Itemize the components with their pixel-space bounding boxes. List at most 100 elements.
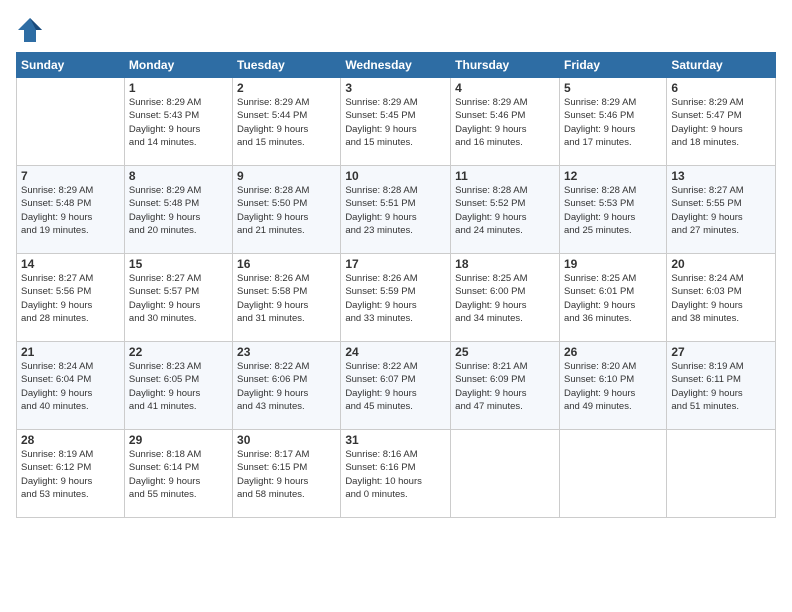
day-number: 19 [564, 257, 662, 271]
day-info: Sunrise: 8:24 AM Sunset: 6:04 PM Dayligh… [21, 360, 120, 413]
calendar-cell: 6Sunrise: 8:29 AM Sunset: 5:47 PM Daylig… [667, 78, 776, 166]
calendar-cell: 23Sunrise: 8:22 AM Sunset: 6:06 PM Dayli… [233, 342, 341, 430]
day-number: 29 [129, 433, 228, 447]
weekday-header: Monday [124, 53, 232, 78]
logo-icon [16, 16, 44, 44]
day-number: 10 [345, 169, 446, 183]
calendar-cell: 24Sunrise: 8:22 AM Sunset: 6:07 PM Dayli… [341, 342, 451, 430]
day-info: Sunrise: 8:29 AM Sunset: 5:48 PM Dayligh… [129, 184, 228, 237]
calendar-table: SundayMondayTuesdayWednesdayThursdayFrid… [16, 52, 776, 518]
day-number: 12 [564, 169, 662, 183]
day-number: 5 [564, 81, 662, 95]
day-info: Sunrise: 8:29 AM Sunset: 5:47 PM Dayligh… [671, 96, 771, 149]
calendar-week-row: 7Sunrise: 8:29 AM Sunset: 5:48 PM Daylig… [17, 166, 776, 254]
day-number: 17 [345, 257, 446, 271]
calendar-cell: 10Sunrise: 8:28 AM Sunset: 5:51 PM Dayli… [341, 166, 451, 254]
calendar-cell: 30Sunrise: 8:17 AM Sunset: 6:15 PM Dayli… [233, 430, 341, 518]
calendar-cell: 27Sunrise: 8:19 AM Sunset: 6:11 PM Dayli… [667, 342, 776, 430]
day-info: Sunrise: 8:24 AM Sunset: 6:03 PM Dayligh… [671, 272, 771, 325]
day-info: Sunrise: 8:29 AM Sunset: 5:43 PM Dayligh… [129, 96, 228, 149]
calendar-cell: 26Sunrise: 8:20 AM Sunset: 6:10 PM Dayli… [559, 342, 666, 430]
calendar-cell: 3Sunrise: 8:29 AM Sunset: 5:45 PM Daylig… [341, 78, 451, 166]
day-number: 24 [345, 345, 446, 359]
day-info: Sunrise: 8:22 AM Sunset: 6:06 PM Dayligh… [237, 360, 336, 413]
day-number: 3 [345, 81, 446, 95]
day-info: Sunrise: 8:25 AM Sunset: 6:01 PM Dayligh… [564, 272, 662, 325]
calendar-cell: 14Sunrise: 8:27 AM Sunset: 5:56 PM Dayli… [17, 254, 125, 342]
calendar-week-row: 21Sunrise: 8:24 AM Sunset: 6:04 PM Dayli… [17, 342, 776, 430]
calendar-week-row: 28Sunrise: 8:19 AM Sunset: 6:12 PM Dayli… [17, 430, 776, 518]
day-number: 26 [564, 345, 662, 359]
day-info: Sunrise: 8:28 AM Sunset: 5:52 PM Dayligh… [455, 184, 555, 237]
calendar-week-row: 1Sunrise: 8:29 AM Sunset: 5:43 PM Daylig… [17, 78, 776, 166]
weekday-header: Sunday [17, 53, 125, 78]
logo [16, 16, 46, 44]
calendar-cell: 20Sunrise: 8:24 AM Sunset: 6:03 PM Dayli… [667, 254, 776, 342]
calendar-cell [451, 430, 560, 518]
day-info: Sunrise: 8:26 AM Sunset: 5:58 PM Dayligh… [237, 272, 336, 325]
day-info: Sunrise: 8:29 AM Sunset: 5:44 PM Dayligh… [237, 96, 336, 149]
day-info: Sunrise: 8:26 AM Sunset: 5:59 PM Dayligh… [345, 272, 446, 325]
weekday-header-row: SundayMondayTuesdayWednesdayThursdayFrid… [17, 53, 776, 78]
weekday-header: Friday [559, 53, 666, 78]
day-number: 21 [21, 345, 120, 359]
calendar-cell: 17Sunrise: 8:26 AM Sunset: 5:59 PM Dayli… [341, 254, 451, 342]
day-number: 1 [129, 81, 228, 95]
calendar-cell: 19Sunrise: 8:25 AM Sunset: 6:01 PM Dayli… [559, 254, 666, 342]
day-info: Sunrise: 8:23 AM Sunset: 6:05 PM Dayligh… [129, 360, 228, 413]
calendar-cell [559, 430, 666, 518]
day-info: Sunrise: 8:17 AM Sunset: 6:15 PM Dayligh… [237, 448, 336, 501]
weekday-header: Saturday [667, 53, 776, 78]
day-info: Sunrise: 8:25 AM Sunset: 6:00 PM Dayligh… [455, 272, 555, 325]
calendar-week-row: 14Sunrise: 8:27 AM Sunset: 5:56 PM Dayli… [17, 254, 776, 342]
calendar-cell: 29Sunrise: 8:18 AM Sunset: 6:14 PM Dayli… [124, 430, 232, 518]
day-info: Sunrise: 8:28 AM Sunset: 5:53 PM Dayligh… [564, 184, 662, 237]
calendar-cell [17, 78, 125, 166]
day-info: Sunrise: 8:27 AM Sunset: 5:57 PM Dayligh… [129, 272, 228, 325]
day-number: 9 [237, 169, 336, 183]
calendar-cell: 13Sunrise: 8:27 AM Sunset: 5:55 PM Dayli… [667, 166, 776, 254]
day-number: 7 [21, 169, 120, 183]
day-number: 27 [671, 345, 771, 359]
day-number: 22 [129, 345, 228, 359]
page: SundayMondayTuesdayWednesdayThursdayFrid… [0, 0, 792, 612]
day-number: 8 [129, 169, 228, 183]
day-number: 6 [671, 81, 771, 95]
day-number: 31 [345, 433, 446, 447]
day-number: 25 [455, 345, 555, 359]
calendar-cell: 22Sunrise: 8:23 AM Sunset: 6:05 PM Dayli… [124, 342, 232, 430]
calendar-cell: 15Sunrise: 8:27 AM Sunset: 5:57 PM Dayli… [124, 254, 232, 342]
day-info: Sunrise: 8:28 AM Sunset: 5:51 PM Dayligh… [345, 184, 446, 237]
calendar-cell: 9Sunrise: 8:28 AM Sunset: 5:50 PM Daylig… [233, 166, 341, 254]
calendar-cell: 11Sunrise: 8:28 AM Sunset: 5:52 PM Dayli… [451, 166, 560, 254]
day-info: Sunrise: 8:20 AM Sunset: 6:10 PM Dayligh… [564, 360, 662, 413]
day-info: Sunrise: 8:29 AM Sunset: 5:45 PM Dayligh… [345, 96, 446, 149]
day-info: Sunrise: 8:29 AM Sunset: 5:46 PM Dayligh… [455, 96, 555, 149]
day-info: Sunrise: 8:28 AM Sunset: 5:50 PM Dayligh… [237, 184, 336, 237]
day-number: 4 [455, 81, 555, 95]
weekday-header: Thursday [451, 53, 560, 78]
day-number: 16 [237, 257, 336, 271]
weekday-header: Tuesday [233, 53, 341, 78]
calendar-cell: 8Sunrise: 8:29 AM Sunset: 5:48 PM Daylig… [124, 166, 232, 254]
calendar-cell: 31Sunrise: 8:16 AM Sunset: 6:16 PM Dayli… [341, 430, 451, 518]
day-info: Sunrise: 8:19 AM Sunset: 6:11 PM Dayligh… [671, 360, 771, 413]
calendar-cell: 16Sunrise: 8:26 AM Sunset: 5:58 PM Dayli… [233, 254, 341, 342]
calendar-cell: 7Sunrise: 8:29 AM Sunset: 5:48 PM Daylig… [17, 166, 125, 254]
day-number: 15 [129, 257, 228, 271]
calendar-cell: 2Sunrise: 8:29 AM Sunset: 5:44 PM Daylig… [233, 78, 341, 166]
day-info: Sunrise: 8:29 AM Sunset: 5:46 PM Dayligh… [564, 96, 662, 149]
calendar-cell: 1Sunrise: 8:29 AM Sunset: 5:43 PM Daylig… [124, 78, 232, 166]
weekday-header: Wednesday [341, 53, 451, 78]
calendar-cell: 18Sunrise: 8:25 AM Sunset: 6:00 PM Dayli… [451, 254, 560, 342]
day-info: Sunrise: 8:29 AM Sunset: 5:48 PM Dayligh… [21, 184, 120, 237]
calendar-cell: 25Sunrise: 8:21 AM Sunset: 6:09 PM Dayli… [451, 342, 560, 430]
day-info: Sunrise: 8:16 AM Sunset: 6:16 PM Dayligh… [345, 448, 446, 501]
calendar-cell: 28Sunrise: 8:19 AM Sunset: 6:12 PM Dayli… [17, 430, 125, 518]
calendar-cell: 12Sunrise: 8:28 AM Sunset: 5:53 PM Dayli… [559, 166, 666, 254]
day-info: Sunrise: 8:27 AM Sunset: 5:55 PM Dayligh… [671, 184, 771, 237]
day-number: 30 [237, 433, 336, 447]
day-number: 2 [237, 81, 336, 95]
day-number: 20 [671, 257, 771, 271]
day-number: 28 [21, 433, 120, 447]
